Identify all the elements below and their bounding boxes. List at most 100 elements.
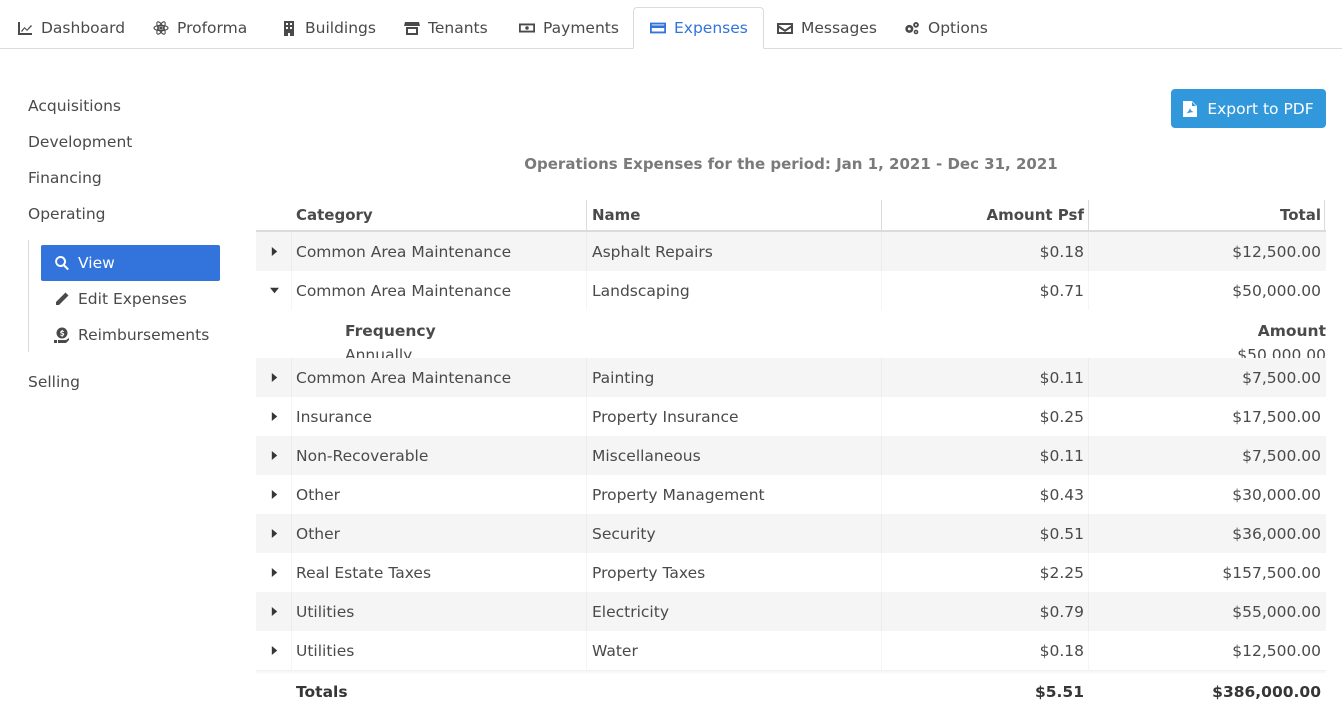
column-divider <box>586 475 587 514</box>
cell-name: Property Management <box>592 485 765 504</box>
caret-right-icon[interactable] <box>266 592 282 631</box>
period-title: Operations Expenses for the period: Jan … <box>524 155 1058 173</box>
sidebar-item-operating[interactable]: Operating <box>28 205 106 223</box>
cell-amount-psf: $0.18 <box>1039 641 1084 660</box>
caret-right-icon[interactable] <box>266 436 282 475</box>
sidebar-item-development[interactable]: Development <box>28 133 132 151</box>
header-category[interactable]: Category <box>296 200 373 230</box>
cell-category: Insurance <box>296 407 373 426</box>
cell-total: $7,500.00 <box>1242 368 1321 387</box>
totals-label: Totals <box>296 683 348 701</box>
cell-category: Other <box>296 485 341 504</box>
sidebar-item-financing[interactable]: Financing <box>28 169 102 187</box>
table-row[interactable]: Common Area Maintenance Landscaping $0.7… <box>256 271 1326 310</box>
sidebar-subitem-reimbursements[interactable]: Reimbursements <box>41 317 220 353</box>
table-row[interactable]: Common Area Maintenance Painting $0.11 $… <box>256 358 1326 397</box>
sidebar-subitem-edit-expenses[interactable]: Edit Expenses <box>41 281 220 317</box>
column-divider <box>291 553 292 592</box>
column-divider <box>291 271 292 310</box>
cell-category: Non-Recoverable <box>296 446 429 465</box>
column-divider <box>586 232 587 271</box>
column-divider <box>586 271 587 310</box>
tab-dashboard[interactable]: Dashboard <box>16 7 125 49</box>
table-row[interactable]: Common Area Maintenance Asphalt Repairs … <box>256 232 1326 271</box>
caret-right-icon[interactable] <box>266 514 282 553</box>
cell-amount-psf: $0.51 <box>1039 524 1084 543</box>
sidebar-item-acquisitions[interactable]: Acquisitions <box>28 97 121 115</box>
caret-right-icon[interactable] <box>266 475 282 514</box>
cell-amount-psf: $0.11 <box>1039 446 1084 465</box>
main-tabs: Dashboard Proforma Buildings Tenants Pay… <box>0 0 1342 49</box>
file-pdf-icon <box>1183 100 1198 117</box>
tab-buildings[interactable]: Buildings <box>280 7 376 49</box>
money-bill-icon <box>518 19 536 37</box>
tab-label: Messages <box>801 19 878 37</box>
tab-proforma[interactable]: Proforma <box>152 7 247 49</box>
tab-messages[interactable]: Messages <box>776 7 877 49</box>
caret-down-icon[interactable] <box>266 271 282 310</box>
pencil-icon <box>53 291 70 308</box>
column-divider <box>291 436 292 475</box>
table-row[interactable]: Utilities Water $0.18 $12,500.00 <box>256 631 1326 670</box>
table-row[interactable]: Real Estate Taxes Property Taxes $2.25 $… <box>256 553 1326 592</box>
sidebar-subitem-label: Reimbursements <box>78 326 210 344</box>
caret-right-icon[interactable] <box>266 232 282 271</box>
column-divider <box>586 514 587 553</box>
table-row[interactable]: Insurance Property Insurance $0.25 $17,5… <box>256 397 1326 436</box>
caret-right-icon[interactable] <box>266 358 282 397</box>
sidebar-subitem-label: Edit Expenses <box>78 290 187 308</box>
column-divider <box>291 631 292 670</box>
cell-category: Common Area Maintenance <box>296 281 512 300</box>
cell-total: $30,000.00 <box>1232 485 1321 504</box>
caret-right-icon[interactable] <box>266 631 282 670</box>
table-row[interactable]: Other Security $0.51 $36,000.00 <box>256 514 1326 553</box>
header-name[interactable]: Name <box>592 200 640 230</box>
envelope-icon <box>776 19 794 37</box>
cell-total: $12,500.00 <box>1232 242 1321 261</box>
cell-name: Property Taxes <box>592 563 706 582</box>
export-label: Export to PDF <box>1207 99 1314 118</box>
cell-amount-psf: $0.79 <box>1039 602 1084 621</box>
column-divider <box>586 553 587 592</box>
header-amount-psf[interactable]: Amount Psf <box>881 200 1084 230</box>
chart-line-icon <box>16 19 34 37</box>
table-header: Category Name Amount Psf Total <box>256 200 1326 232</box>
column-divider <box>586 358 587 397</box>
cell-total: $17,500.00 <box>1232 407 1321 426</box>
tab-expenses[interactable]: Expenses <box>633 7 764 49</box>
sidebar-item-selling[interactable]: Selling <box>28 373 80 391</box>
table-row[interactable]: Other Property Management $0.43 $30,000.… <box>256 475 1326 514</box>
tab-options[interactable]: Options <box>903 7 988 49</box>
building-icon <box>280 19 298 37</box>
header-total[interactable]: Total <box>1088 200 1321 230</box>
cell-amount-psf: $0.18 <box>1039 242 1084 261</box>
column-divider <box>1324 200 1325 230</box>
cell-name: Electricity <box>592 602 669 621</box>
atom-icon <box>152 19 170 37</box>
tab-label: Payments <box>543 19 619 37</box>
column-divider <box>291 358 292 397</box>
tab-label: Dashboard <box>41 19 126 37</box>
cell-amount-psf: $0.11 <box>1039 368 1084 387</box>
cell-amount-psf: $0.71 <box>1039 281 1084 300</box>
cell-total: $50,000.00 <box>1232 281 1321 300</box>
column-divider <box>586 200 587 230</box>
cell-amount-psf: $0.25 <box>1039 407 1084 426</box>
tab-payments[interactable]: Payments <box>518 7 619 49</box>
cell-name: Asphalt Repairs <box>592 242 713 261</box>
cell-category: Real Estate Taxes <box>296 563 432 582</box>
totals-amount-psf: $5.51 <box>1034 683 1084 701</box>
tab-tenants[interactable]: Tenants <box>403 7 488 49</box>
table-row[interactable]: Utilities Electricity $0.79 $55,000.00 <box>256 592 1326 631</box>
caret-right-icon[interactable] <box>266 553 282 592</box>
tab-label: Tenants <box>428 19 488 37</box>
expenses-table: Category Name Amount Psf Total Common Ar… <box>256 200 1326 710</box>
export-pdf-button[interactable]: Export to PDF <box>1171 89 1326 128</box>
sidebar-subitem-view[interactable]: View <box>41 245 220 281</box>
store-icon <box>403 19 421 37</box>
table-row[interactable]: Non-Recoverable Miscellaneous $0.11 $7,5… <box>256 436 1326 475</box>
cell-name: Security <box>592 524 656 543</box>
cell-amount-psf: $2.25 <box>1039 563 1084 582</box>
caret-right-icon[interactable] <box>266 397 282 436</box>
cell-name: Painting <box>592 368 655 387</box>
